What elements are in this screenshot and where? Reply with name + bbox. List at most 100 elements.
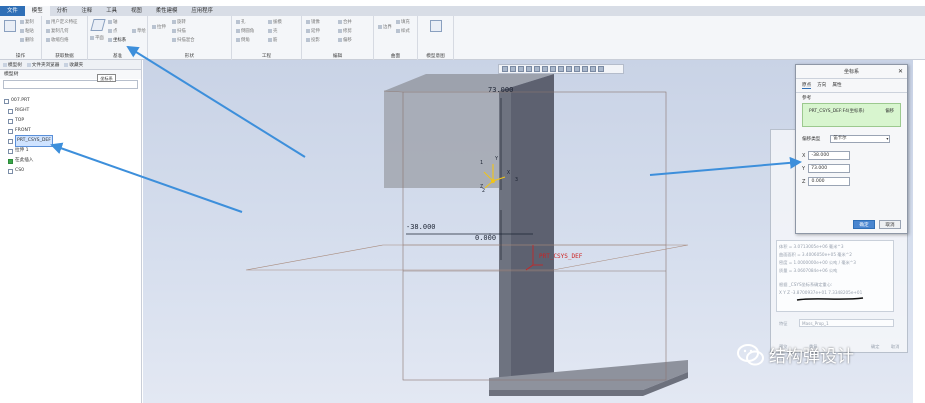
round-icon[interactable]: 倒圆角: [236, 28, 254, 34]
model-tree-panel: 模型树 文件夹浏览器 收藏夹 模型树 007.PRT RIGHT TOP FRO…: [0, 60, 142, 403]
group-label-model-intent: 模型意图: [426, 54, 445, 59]
point-icon[interactable]: 点: [108, 28, 117, 34]
csys-icon: [8, 138, 13, 144]
group-shapes: 拉伸 旋转 扫描 扫描混合 形状: [148, 16, 232, 60]
csys-dialog-title: 坐标系 ✕: [796, 65, 907, 79]
csys-def-label: PRT_CSYS_DEF: [539, 253, 583, 260]
tree-item-insert-here[interactable]: 在此插入: [4, 156, 137, 166]
draft-icon[interactable]: 拔模: [268, 19, 282, 25]
close-icon[interactable]: ✕: [898, 65, 903, 79]
tab-model-tree[interactable]: 模型树: [3, 62, 22, 68]
axis-label-x: X: [507, 170, 511, 176]
tree-search-input[interactable]: [3, 80, 138, 89]
offset-type-select[interactable]: 笛卡尔: [830, 135, 891, 143]
axis-icon[interactable]: 轴: [108, 19, 117, 25]
trim-icon[interactable]: 修剪: [338, 28, 352, 34]
sketch-button[interactable]: 草绘: [132, 28, 146, 34]
extrude-icon[interactable]: 拉伸: [152, 24, 166, 30]
regenerate-icon[interactable]: [4, 20, 16, 32]
group-edit: 镜像 延伸 投影 合并 修剪 偏移 编辑: [302, 16, 374, 60]
result-mass: 质量 = 3.0607084e+06 公吨: [779, 268, 838, 273]
family-table-icon[interactable]: [430, 20, 442, 32]
references-label: 参考: [802, 96, 812, 101]
group-datum: 平面 轴 点 坐标系 草绘 基准: [88, 16, 148, 60]
tab-view[interactable]: 视图: [124, 6, 149, 16]
copy-geometry-icon[interactable]: 复制几何: [46, 28, 69, 34]
folder-icon: [26, 62, 31, 67]
hole-icon[interactable]: 孔: [236, 19, 245, 25]
dimension-left[interactable]: -38.000: [406, 223, 436, 231]
project-icon[interactable]: 投影: [306, 37, 320, 43]
cancel-button[interactable]: 取消: [879, 220, 901, 229]
result-area: 曲面面积 = 3.4006050e+05 毫米^2: [779, 252, 852, 257]
tab-applications[interactable]: 应用程序: [184, 6, 220, 16]
mirror-icon[interactable]: 镜像: [306, 19, 320, 25]
panel-tabs: 模型树 文件夹浏览器 收藏夹: [0, 60, 141, 70]
csys-tooltip: 坐标系: [97, 74, 116, 82]
tree-item-part[interactable]: 007.PRT: [4, 96, 137, 106]
tree-item-cs0[interactable]: CS0: [4, 166, 137, 176]
tab-origin[interactable]: 原点: [802, 82, 812, 89]
rib-icon[interactable]: 筋: [268, 37, 277, 43]
plane-icon[interactable]: [90, 19, 106, 31]
wechat-logo-icon: [737, 343, 764, 365]
group-label-engineering: 工程: [261, 54, 272, 59]
shrinkwrap-icon[interactable]: 收缩包络: [46, 37, 69, 43]
user-defined-feature-icon[interactable]: 用户定义特征: [46, 19, 77, 25]
tab-analysis[interactable]: 分析: [50, 6, 75, 16]
reference-constraint[interactable]: 偏移: [885, 108, 894, 122]
result-density: 密度 = 1.0000000e+00 公吨 / 毫米^3: [779, 260, 856, 265]
y-label: Y: [802, 165, 806, 172]
tab-tools[interactable]: 工具: [99, 6, 124, 16]
tree-item-csys[interactable]: PRT_CSYS_DEF: [4, 135, 137, 147]
chamfer-icon[interactable]: 倒角: [236, 37, 250, 43]
csys-button[interactable]: 坐标系: [108, 37, 126, 43]
insert-arrow-icon: [8, 158, 13, 164]
y-input[interactable]: 73.000: [808, 164, 851, 173]
references-collector[interactable]: PRT_CSYS_DEF:F4(坐标系) 偏移: [802, 103, 901, 127]
mp-cancel-button[interactable]: 取消: [891, 344, 899, 350]
revolve-icon[interactable]: 旋转: [172, 19, 186, 25]
copy-icon[interactable]: 复制: [20, 19, 34, 25]
extrude-feature-icon: [8, 148, 13, 154]
dimension-zero[interactable]: 0.000: [475, 234, 496, 242]
tab-annotate[interactable]: 注释: [74, 6, 99, 16]
x-input[interactable]: -38.000: [808, 151, 851, 160]
ok-button[interactable]: 确定: [853, 220, 875, 229]
offset-type-row: 偏移类型 笛卡尔: [796, 133, 907, 145]
result-cog-title: 根据 _CSYS坐标系确定重心:: [779, 282, 833, 287]
tab-file[interactable]: 文件: [0, 6, 25, 16]
sweep-icon[interactable]: 扫描: [172, 28, 186, 34]
tab-orientation[interactable]: 方向: [817, 82, 826, 89]
tree-item-top[interactable]: TOP: [4, 116, 137, 126]
tab-folder-browser[interactable]: 文件夹浏览器: [26, 62, 59, 68]
tab-favorites[interactable]: 收藏夹: [64, 62, 83, 68]
plane-button[interactable]: 平面: [90, 35, 104, 41]
axis-label-2: 2: [482, 188, 486, 194]
tab-properties[interactable]: 属性: [832, 82, 841, 89]
csys-icon: [8, 168, 13, 174]
delete-icon[interactable]: 删除: [20, 37, 34, 43]
offset-icon[interactable]: 偏移: [338, 37, 352, 43]
swept-blend-icon[interactable]: 扫描混合: [172, 37, 195, 43]
star-icon: [64, 62, 69, 67]
paste-icon[interactable]: 粘贴: [20, 28, 34, 34]
watermark-text: 结构弹设计: [769, 347, 854, 367]
axis-label-y: Y: [495, 156, 499, 162]
style-icon[interactable]: 样式: [396, 28, 410, 34]
mp-ok-button[interactable]: 确定: [871, 344, 879, 350]
dimension-top[interactable]: 73.000: [488, 86, 513, 94]
tab-model[interactable]: 模型: [24, 6, 50, 16]
extend-icon[interactable]: 延伸: [306, 28, 320, 34]
merge-icon[interactable]: 合并: [338, 19, 352, 25]
z-input[interactable]: 0.000: [808, 177, 851, 186]
boundary-blend-icon[interactable]: 边界: [378, 24, 392, 30]
fill-icon[interactable]: 填充: [396, 19, 410, 25]
group-label-edit: 编辑: [332, 54, 343, 59]
x-field-row: X -38.000: [796, 149, 907, 162]
tree-item-right[interactable]: RIGHT: [4, 106, 137, 116]
tab-flexible-modeling[interactable]: 柔性建模: [149, 6, 185, 16]
tree-item-extrude[interactable]: 拉伸 1: [4, 146, 137, 156]
group-engineering: 孔 倒圆角 倒角 拔模 壳 筋 工程: [232, 16, 302, 60]
shell-icon[interactable]: 壳: [268, 28, 277, 34]
